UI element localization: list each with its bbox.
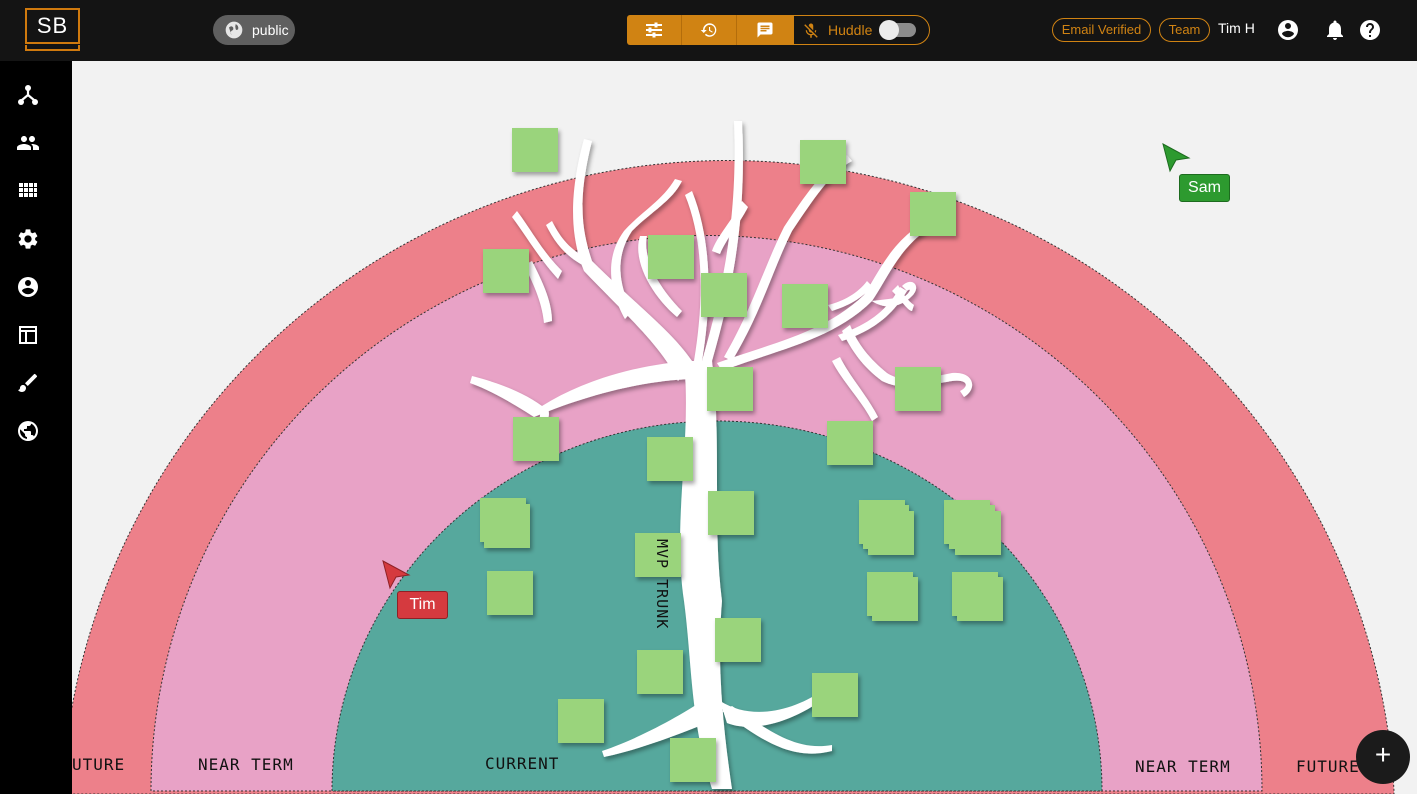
tim-cursor-tag: Tim xyxy=(397,591,448,619)
sticky-note[interactable] xyxy=(484,504,530,548)
brush-icon[interactable] xyxy=(16,371,40,395)
bell-icon[interactable] xyxy=(1323,18,1347,42)
account-icon[interactable] xyxy=(1276,18,1300,42)
huddle-toggle[interactable] xyxy=(879,20,916,40)
sticky-note[interactable] xyxy=(487,571,533,615)
settings-sliders-button[interactable] xyxy=(627,15,682,45)
chat-icon xyxy=(757,22,773,38)
sticky-note[interactable] xyxy=(512,128,558,172)
sticky-note[interactable] xyxy=(800,140,846,184)
sticky-note[interactable] xyxy=(648,235,694,279)
zone-label-future-right: FUTURE xyxy=(1296,757,1360,776)
sticky-note[interactable] xyxy=(827,421,873,465)
huddle-label: Huddle xyxy=(828,22,873,38)
sticky-note[interactable] xyxy=(558,699,604,743)
sticky-note[interactable] xyxy=(707,367,753,411)
add-icon: + xyxy=(1374,739,1392,770)
mic-off-icon[interactable] xyxy=(802,22,820,40)
whiteboard-canvas[interactable]: UTURE NEAR TERM CURRENT NEAR TERM FUTURE… xyxy=(72,61,1417,794)
huddle-control: Huddle xyxy=(793,15,930,45)
sticky-note[interactable] xyxy=(782,284,828,328)
sticky-note[interactable] xyxy=(955,511,1001,555)
add-button[interactable]: + xyxy=(1356,730,1410,784)
sticky-note[interactable] xyxy=(910,192,956,236)
session-toolbar xyxy=(627,15,793,45)
trunk-label: MVP TRUNK xyxy=(653,539,671,630)
sam-cursor-tag: Sam xyxy=(1179,174,1230,202)
help-icon[interactable] xyxy=(1358,18,1382,42)
zone-label-near-term-left: NEAR TERM xyxy=(198,755,294,774)
account-circle-icon[interactable] xyxy=(16,275,40,299)
gear-icon[interactable] xyxy=(16,227,40,251)
zone-label-future-left: UTURE xyxy=(72,755,126,774)
roadmap-rainbow xyxy=(72,121,1395,794)
access-toggle-button[interactable]: public xyxy=(213,15,295,45)
zone-label-near-term-right: NEAR TERM xyxy=(1135,757,1231,776)
sliders-icon xyxy=(646,22,662,38)
sticky-note[interactable] xyxy=(868,511,914,555)
grid-icon[interactable] xyxy=(16,179,40,203)
sticky-note[interactable] xyxy=(483,249,529,293)
globe-icon xyxy=(225,21,243,39)
team-badge[interactable]: Team xyxy=(1159,18,1210,42)
user-name[interactable]: Tim H xyxy=(1218,20,1255,36)
sticky-note[interactable] xyxy=(957,577,1003,621)
history-icon xyxy=(700,23,717,37)
people-icon[interactable] xyxy=(16,131,40,155)
sticky-note[interactable] xyxy=(708,491,754,535)
zone-label-current: CURRENT xyxy=(485,754,560,773)
email-verified-badge[interactable]: Email Verified xyxy=(1052,18,1151,42)
sticky-note[interactable] xyxy=(670,738,716,782)
table-icon[interactable] xyxy=(16,323,40,347)
chat-button[interactable] xyxy=(737,15,793,45)
history-button[interactable] xyxy=(682,15,737,45)
sticky-note[interactable] xyxy=(872,577,918,621)
sticky-note[interactable] xyxy=(513,417,559,461)
globe-icon[interactable] xyxy=(16,419,40,443)
sticky-note[interactable] xyxy=(647,437,693,481)
sticky-note[interactable] xyxy=(701,273,747,317)
sticky-note[interactable] xyxy=(895,367,941,411)
access-label: public xyxy=(252,22,289,38)
sticky-note[interactable] xyxy=(715,618,761,662)
app-logo[interactable]: SB xyxy=(25,8,80,51)
sidebar xyxy=(0,61,72,794)
sticky-note[interactable] xyxy=(637,650,683,694)
hierarchy-icon[interactable] xyxy=(16,83,40,107)
top-bar: SB public Huddle Email Verified Team Tim… xyxy=(0,0,1417,61)
sam-cursor-pointer xyxy=(1162,143,1191,173)
sticky-note[interactable] xyxy=(812,673,858,717)
toggle-knob xyxy=(879,20,899,40)
